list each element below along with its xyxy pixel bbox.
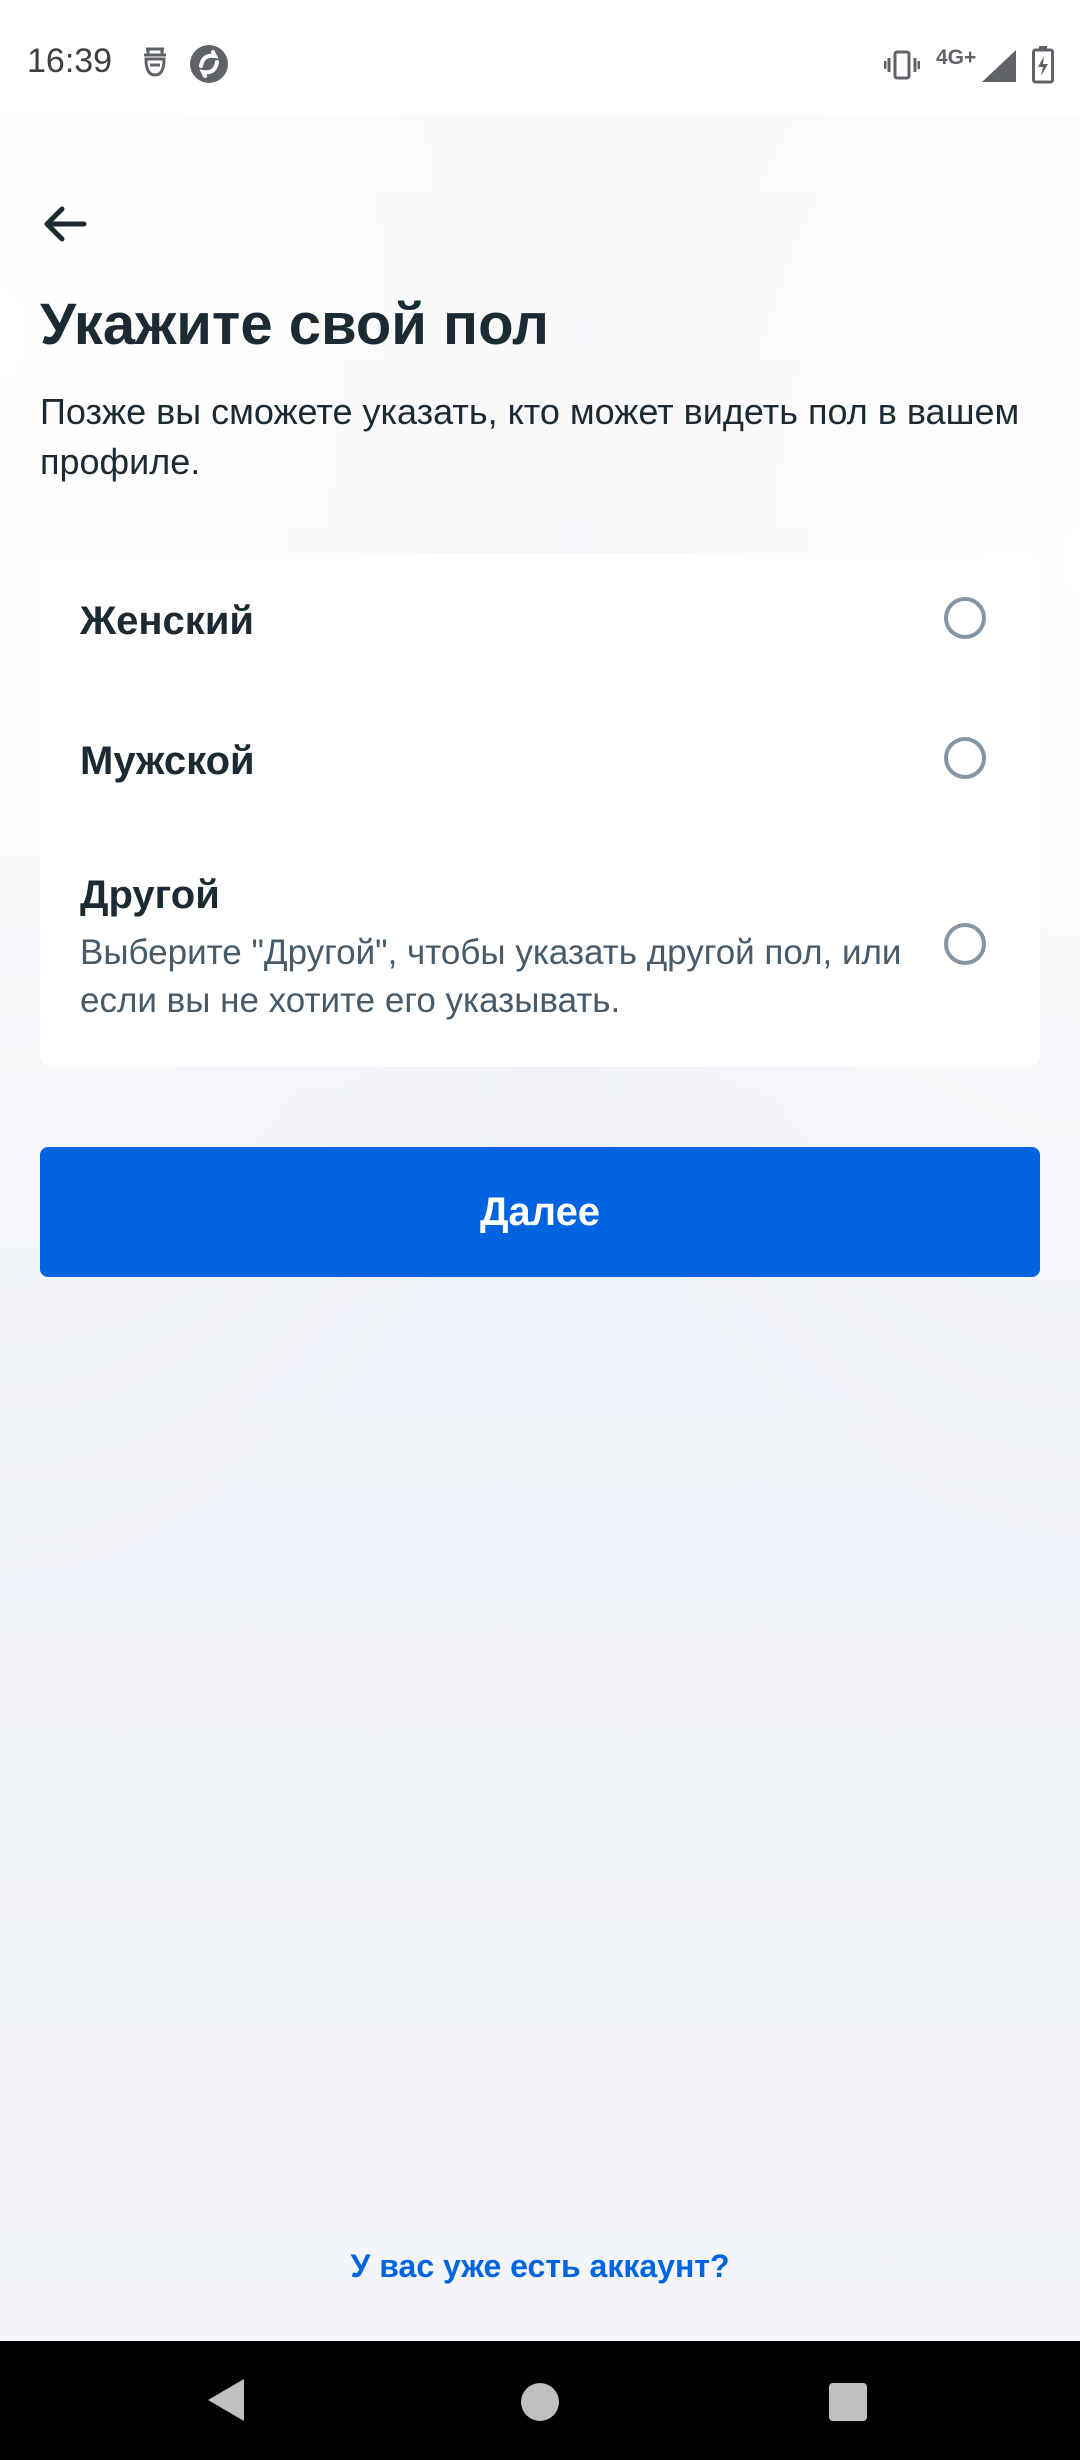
arrow-left-icon [44, 206, 87, 242]
status-bar: 16:39 4G+ [0, 0, 1080, 115]
option-female[interactable]: Женский [40, 553, 1040, 693]
option-other[interactable]: Другой Выберите "Другой", чтобы указать … [40, 833, 1040, 1067]
signal-icon [982, 50, 1016, 87]
option-label: Другой [80, 873, 220, 917]
status-time: 16:39 [27, 42, 113, 80]
page-subtitle: Позже вы сможете указать, кто может виде… [40, 391, 1020, 482]
gender-options-card: Женский Мужской Другой Выберите "Другой"… [40, 553, 1040, 1067]
notification-app-icon [140, 45, 170, 84]
radio-female[interactable] [944, 597, 986, 639]
system-nav-bar [0, 2341, 1080, 2460]
nav-home-icon[interactable] [521, 2383, 559, 2421]
battery-charging-icon [1032, 46, 1054, 89]
nav-back-icon[interactable] [206, 2377, 246, 2428]
back-button[interactable] [38, 197, 92, 251]
option-description: Выберите "Другой", чтобы указать другой … [80, 933, 902, 1020]
login-link[interactable]: У вас уже есть аккаунт? [0, 2248, 1080, 2285]
radio-male[interactable] [944, 737, 986, 779]
browser-sync-icon [189, 44, 229, 89]
option-label: Мужской [80, 739, 255, 783]
network-type-label: 4G+ [936, 46, 977, 69]
gender-screen: Укажите свой пол Позже вы сможете указат… [0, 115, 1080, 2341]
radio-other[interactable] [944, 923, 986, 965]
option-label: Женский [80, 599, 255, 643]
page-title: Укажите свой пол [40, 292, 549, 357]
option-male[interactable]: Мужской [40, 693, 1040, 833]
next-button[interactable]: Далее [40, 1147, 1040, 1277]
vibrate-icon [883, 50, 921, 85]
nav-recents-icon[interactable] [829, 2383, 867, 2421]
